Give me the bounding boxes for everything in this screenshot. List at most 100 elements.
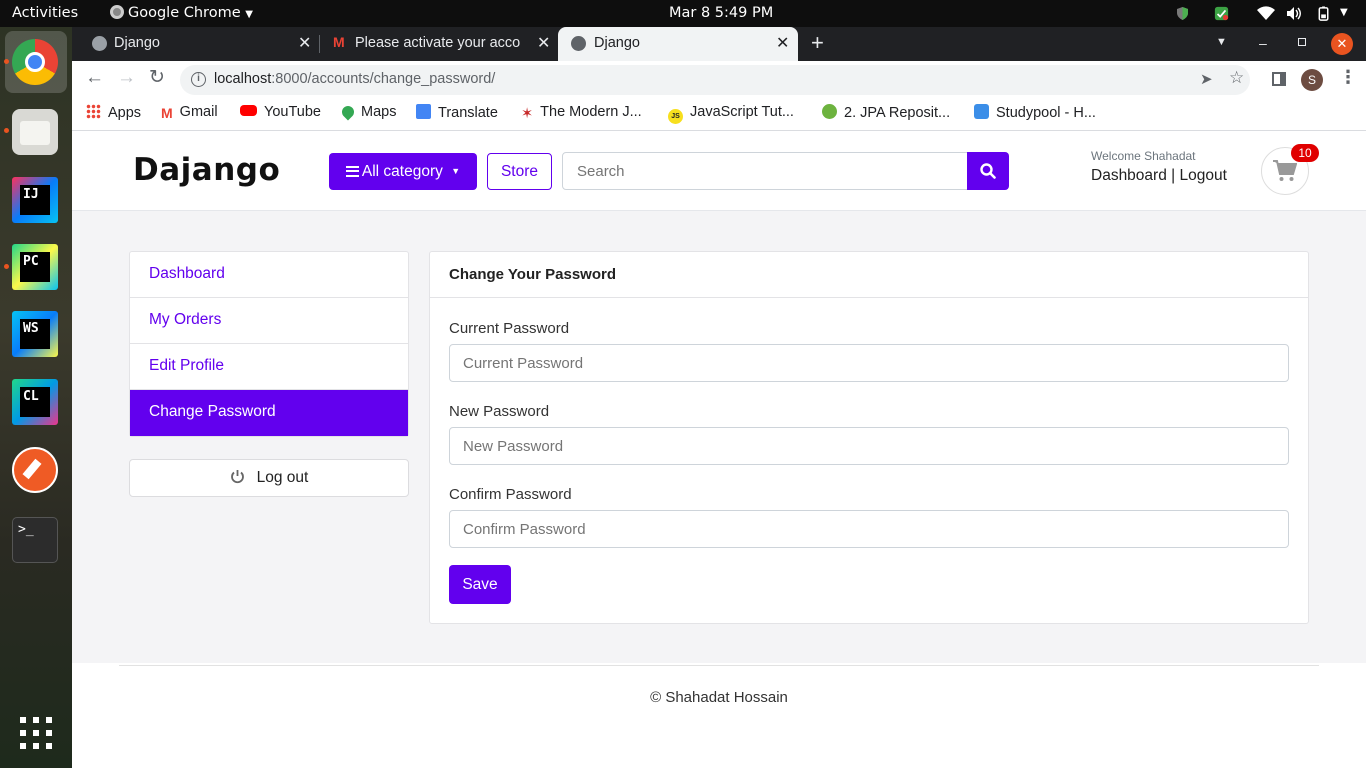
info-icon[interactable]: i xyxy=(191,72,206,87)
logout-link[interactable]: Logout xyxy=(1179,167,1226,184)
running-indicator xyxy=(4,128,9,133)
sidebar-item-my-orders[interactable]: My Orders xyxy=(130,298,408,344)
bookmark-label: YouTube xyxy=(264,104,321,120)
bookmark-label: The Modern J... xyxy=(540,104,642,120)
site-logo[interactable]: Dajango xyxy=(133,152,280,188)
tab-label: Please activate your acco xyxy=(355,35,521,51)
store-button[interactable]: Store xyxy=(487,153,552,190)
side-panel-icon[interactable] xyxy=(1272,72,1286,86)
tab-gmail[interactable]: M Please activate your acco ✕ xyxy=(321,27,558,61)
copyright-text: © Shahadat Hossain xyxy=(650,689,788,706)
account-sidebar: Dashboard My Orders Edit Profile Change … xyxy=(129,251,409,437)
bookmark-studypool[interactable]: Studypool - H... xyxy=(974,104,1096,121)
update-icon[interactable] xyxy=(1213,6,1230,21)
confirm-password-label: Confirm Password xyxy=(449,486,572,503)
address-bar[interactable]: i localhost:8000/accounts/change_passwor… xyxy=(180,65,1250,95)
url-text[interactable]: localhost:8000/accounts/change_password/ xyxy=(214,71,495,87)
logout-label: Log out xyxy=(256,469,309,486)
terminal-app-icon[interactable]: >_ xyxy=(12,517,58,563)
bookmark-apps[interactable]: Apps xyxy=(86,104,141,121)
postman-app-icon[interactable] xyxy=(12,447,58,493)
pycharm-app-icon[interactable]: PC xyxy=(12,244,58,290)
forward-icon[interactable]: → xyxy=(117,67,136,89)
search-button[interactable] xyxy=(967,152,1009,190)
cart-count-badge: 10 xyxy=(1291,144,1319,162)
system-menu-caret-icon[interactable]: ▼ xyxy=(1340,7,1348,18)
bookmark-youtube[interactable]: YouTube xyxy=(240,104,321,120)
reload-icon[interactable]: ↻ xyxy=(149,66,165,89)
shield-icon[interactable] xyxy=(1175,6,1190,21)
bookmark-label: Maps xyxy=(361,104,397,120)
bookmark-gmail[interactable]: M Gmail xyxy=(161,104,218,121)
modern-js-icon: ✶ xyxy=(521,106,534,122)
translate-icon xyxy=(416,104,431,119)
save-button[interactable]: Save xyxy=(449,565,511,604)
chrome-app-icon[interactable] xyxy=(12,39,58,85)
tab-django-active[interactable]: Django ✕ xyxy=(558,27,798,61)
tab-divider xyxy=(319,35,320,53)
bookmark-label: Translate xyxy=(438,105,498,121)
avatar[interactable]: S xyxy=(1301,69,1323,91)
search-input[interactable] xyxy=(562,152,968,190)
confirm-password-field[interactable] xyxy=(449,510,1289,548)
sidebar-item-dashboard[interactable]: Dashboard xyxy=(130,252,408,298)
running-indicator xyxy=(4,59,9,64)
send-icon[interactable]: ➤ xyxy=(1200,70,1213,88)
bookmark-star-icon[interactable]: ☆ xyxy=(1229,68,1244,88)
power-icon xyxy=(230,470,244,484)
all-category-dropdown[interactable]: All category ▼ xyxy=(329,153,477,190)
new-password-label: New Password xyxy=(449,403,550,420)
activities-button[interactable]: Activities xyxy=(12,5,78,21)
bookmark-maps[interactable]: Maps xyxy=(339,103,397,121)
clock[interactable]: Mar 8 5:49 PM xyxy=(669,5,773,21)
new-password-field[interactable] xyxy=(449,427,1289,465)
caret-down-icon: ▼ xyxy=(245,9,253,20)
close-icon[interactable]: ✕ xyxy=(537,33,550,53)
app-menu-label: Google Chrome xyxy=(128,5,241,21)
bookmark-label: Studypool - H... xyxy=(996,105,1096,121)
bookmark-translate[interactable]: Translate xyxy=(416,104,498,121)
files-app-icon[interactable] xyxy=(12,109,58,155)
close-icon[interactable]: ✕ xyxy=(298,33,311,53)
sidebar-item-change-password[interactable]: Change Password xyxy=(130,390,408,436)
url-path: :8000/accounts/change_password/ xyxy=(271,71,496,87)
show-apps-grid-icon[interactable] xyxy=(20,717,52,749)
new-tab-button[interactable]: + xyxy=(811,30,824,56)
app-menu[interactable]: Google Chrome ▼ xyxy=(110,5,253,21)
maximize-button[interactable] xyxy=(1298,38,1306,46)
apps-grid-icon xyxy=(86,104,101,119)
minimize-button[interactable]: – xyxy=(1259,35,1267,51)
close-icon[interactable]: ✕ xyxy=(776,33,789,53)
bookmark-javascript-tutorial[interactable]: JS JavaScript Tut... xyxy=(668,104,794,124)
clion-app-icon[interactable]: CL xyxy=(12,379,58,425)
globe-icon xyxy=(571,36,586,51)
sidebar-item-edit-profile[interactable]: Edit Profile xyxy=(130,344,408,390)
intellij-app-icon[interactable]: IJ xyxy=(12,177,58,223)
battery-icon[interactable] xyxy=(1316,6,1332,21)
close-window-button[interactable]: ✕ xyxy=(1331,33,1353,55)
menu-kebab-icon[interactable]: ⋮ xyxy=(1339,67,1357,88)
user-links: Dashboard | Logout xyxy=(1091,167,1227,185)
bookmarks-bar: Apps M Gmail YouTube Maps Translate ✶ The … xyxy=(72,98,1366,131)
volume-icon[interactable] xyxy=(1286,6,1303,21)
bookmark-modern-js[interactable]: ✶ The Modern J... xyxy=(521,104,642,122)
tab-search-icon[interactable]: ▼ xyxy=(1216,36,1227,48)
dashboard-link[interactable]: Dashboard xyxy=(1091,167,1167,184)
bookmark-jpa[interactable]: 2. JPA Reposit... xyxy=(822,104,950,121)
wifi-icon[interactable] xyxy=(1257,6,1275,21)
tab-label: Django xyxy=(594,35,640,51)
system-top-bar: Activities Google Chrome ▼ Mar 8 5:49 PM… xyxy=(0,0,1366,27)
webstorm-app-icon[interactable]: WS xyxy=(12,311,58,357)
caret-down-icon: ▼ xyxy=(451,165,461,176)
back-icon[interactable]: ← xyxy=(85,67,104,89)
site-header: Dajango All category ▼ Store Welcome Sha… xyxy=(72,132,1366,211)
tab-django-1[interactable]: Django ✕ xyxy=(72,27,320,61)
category-label: All category xyxy=(361,162,443,180)
footer-divider xyxy=(119,665,1319,666)
running-indicator xyxy=(4,264,9,269)
current-password-field[interactable] xyxy=(449,344,1289,382)
studypool-icon xyxy=(974,104,989,119)
url-host: localhost xyxy=(214,71,272,87)
logout-button[interactable]: Log out xyxy=(129,459,409,497)
tab-label: Django xyxy=(114,35,160,51)
